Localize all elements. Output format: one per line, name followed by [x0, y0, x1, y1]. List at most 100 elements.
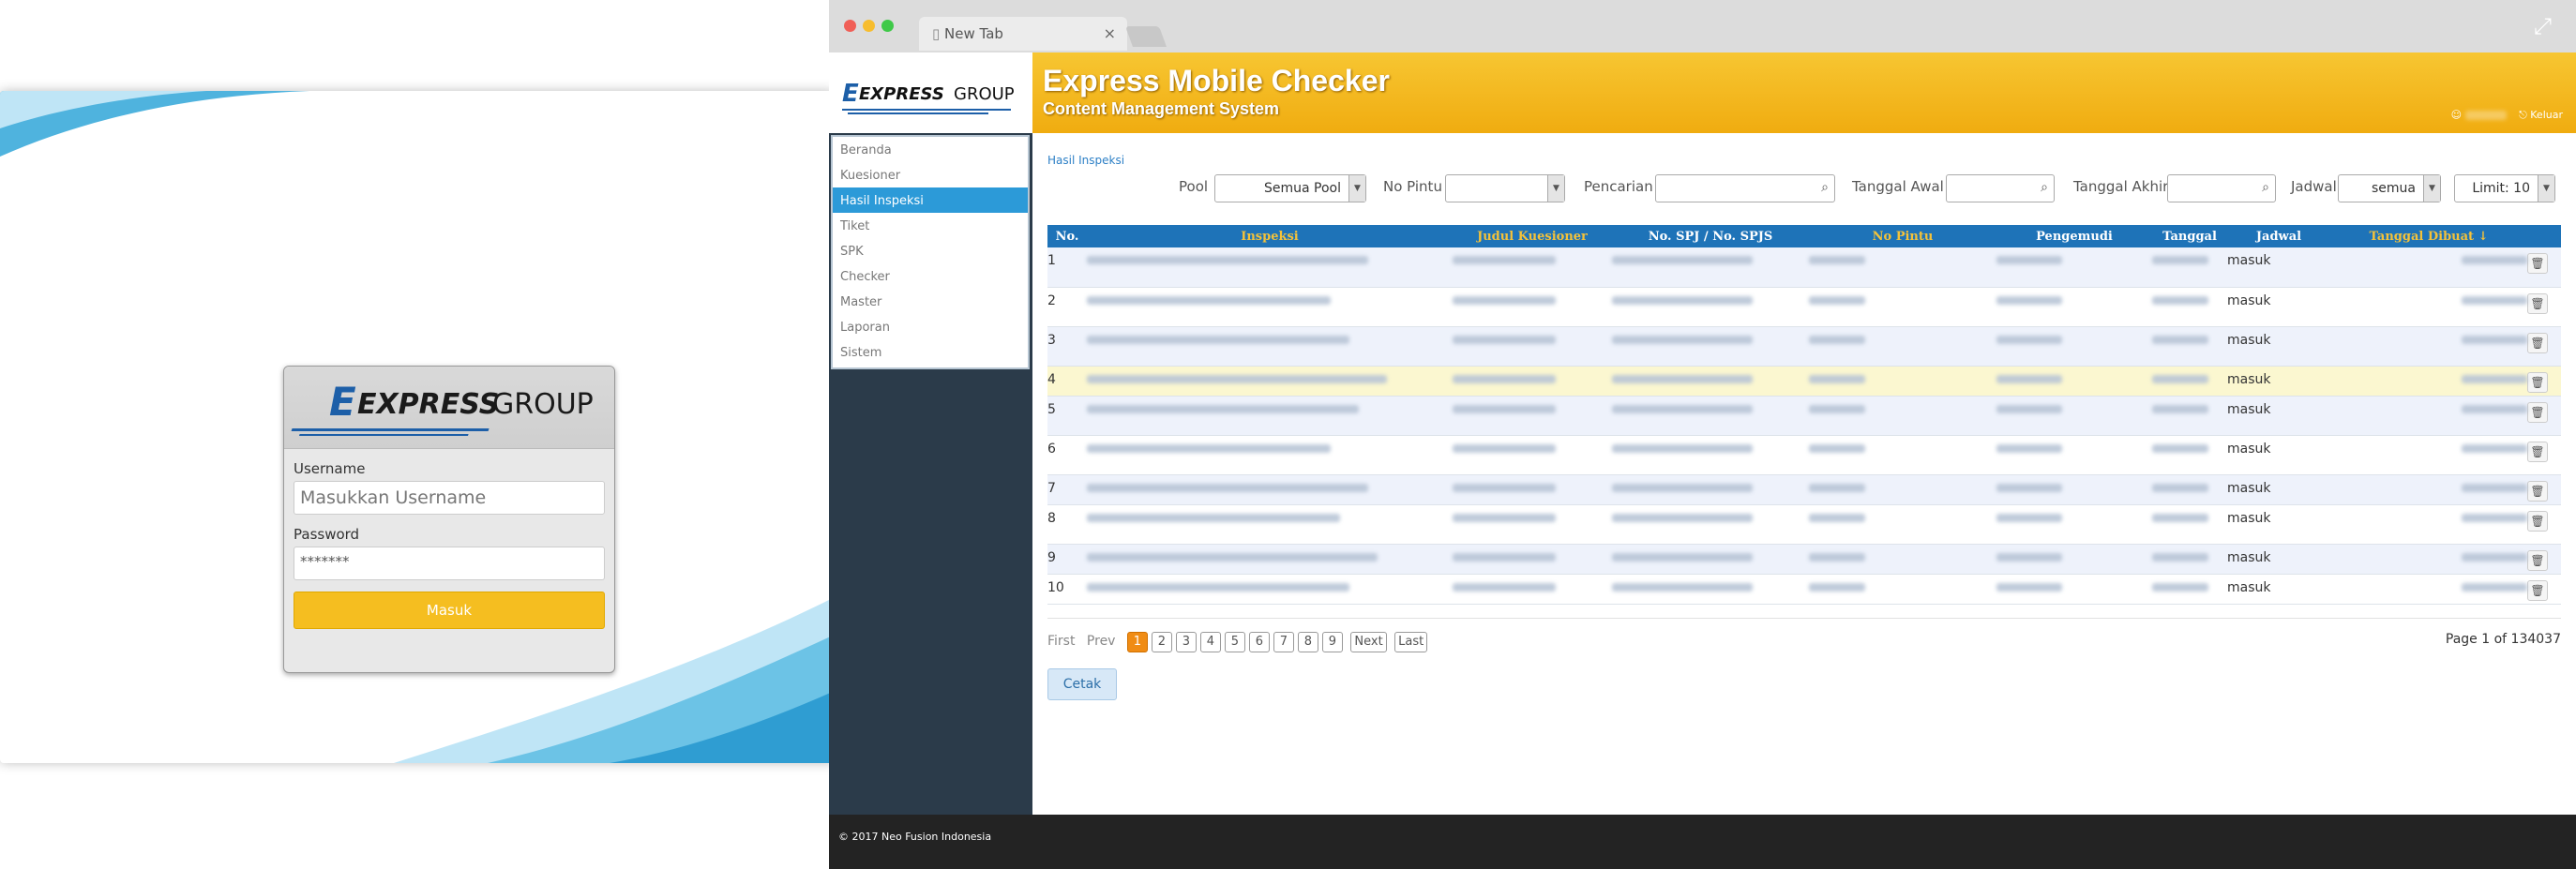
redacted-tanggal [2152, 404, 2208, 413]
jadwal-select-value: semua [2372, 181, 2416, 196]
sidebar-item-hasil-inspeksi[interactable]: Hasil Inspeksi [833, 187, 1028, 213]
pool-select[interactable]: Semua Pool ▼ [1214, 174, 1366, 202]
sidebar-item-kuesioner[interactable]: Kuesioner [833, 162, 1028, 187]
redacted-spj [1612, 443, 1753, 453]
trash-icon[interactable]: 🗑 [2527, 579, 2548, 601]
tab-title: New Tab [944, 25, 1003, 42]
trash-icon[interactable]: 🗑 [2527, 332, 2548, 353]
col-no-spj[interactable]: No. SPJ / No. SPJS [1612, 225, 1809, 247]
sidebar-item-laporan[interactable]: Laporan [833, 314, 1028, 339]
expand-icon[interactable]: ⤢ [2534, 13, 2552, 39]
cell-jadwal: masuk [2227, 247, 2330, 288]
pager-page[interactable]: 1 [1126, 631, 1148, 652]
table-row[interactable]: 6 masuk 🗑 [1047, 435, 2561, 475]
redacted-pengemudi [1996, 513, 2062, 522]
cell-tanggal-dibuat [2330, 396, 2527, 436]
col-inspeksi[interactable]: Inspeksi [1087, 225, 1453, 247]
limit-select[interactable]: Limit: 10 ▼ [2454, 174, 2555, 202]
table-row[interactable]: 8 masuk 🗑 [1047, 504, 2561, 545]
sidebar-item-tiket[interactable]: Tiket [833, 213, 1028, 238]
trash-icon[interactable]: 🗑 [2527, 401, 2548, 423]
table-row[interactable]: 3 masuk 🗑 [1047, 326, 2561, 367]
tanggal-awal-input[interactable]: ⌕ [1946, 174, 2055, 202]
print-button[interactable]: Cetak [1047, 667, 1117, 700]
redacted-tanggal-dibuat [2462, 552, 2527, 562]
pager-page[interactable]: 6 [1248, 631, 1270, 652]
cell-nopintu [1809, 396, 1996, 436]
jadwal-select[interactable]: semua ▼ [2338, 174, 2441, 202]
pager-page[interactable]: 9 [1321, 631, 1343, 652]
redacted-inspeksi [1087, 443, 1331, 453]
pager-prev[interactable]: Prev [1087, 634, 1116, 649]
cell-tanggal-dibuat [2330, 435, 2527, 475]
cell-jadwal: masuk [2227, 544, 2330, 575]
table-row[interactable]: 7 masuk 🗑 [1047, 474, 2561, 505]
cell-inspeksi [1087, 474, 1453, 505]
nopintu-select[interactable]: ▼ [1445, 174, 1565, 202]
pager-next[interactable]: Next [1350, 631, 1387, 652]
maximize-window-dot[interactable] [881, 20, 894, 32]
cell-actions: 🗑 [2527, 474, 2561, 505]
search-input[interactable]: ⌕ [1655, 174, 1835, 202]
sidebar-item-spk[interactable]: SPK [833, 238, 1028, 263]
trash-icon[interactable]: 🗑 [2527, 253, 2548, 274]
close-window-dot[interactable] [844, 20, 856, 32]
cell-jadwal: masuk [2227, 366, 2330, 397]
pager-first[interactable]: First [1047, 634, 1075, 649]
cell-judul [1453, 504, 1612, 545]
pager-page[interactable]: 7 [1273, 631, 1294, 652]
sidebar-item-beranda[interactable]: Beranda [833, 137, 1028, 162]
trash-icon[interactable]: 🗑 [2527, 549, 2548, 571]
trash-icon[interactable]: 🗑 [2527, 292, 2548, 314]
table-row[interactable]: 4 masuk 🗑 [1047, 366, 2561, 397]
pager-page[interactable]: 5 [1224, 631, 1245, 652]
breadcrumb[interactable]: Hasil Inspeksi [1047, 154, 2561, 167]
cell-tanggal-dibuat [2330, 544, 2527, 575]
trash-icon[interactable]: 🗑 [2527, 441, 2548, 462]
col-no-pintu[interactable]: No Pintu [1809, 225, 1996, 247]
cell-jadwal: masuk [2227, 396, 2330, 436]
redacted-nopintu [1809, 552, 1865, 562]
search-icon: ⌕ [2262, 180, 2269, 195]
pager-last[interactable]: Last [1394, 631, 1428, 652]
logout-link[interactable]: Keluar [2530, 109, 2563, 121]
table-row[interactable]: 1 masuk 🗑 [1047, 247, 2561, 288]
redacted-spj [1612, 374, 1753, 383]
cell-spj [1612, 504, 1809, 545]
trash-icon[interactable]: 🗑 [2527, 371, 2548, 393]
col-judul-kuesioner[interactable]: Judul Kuesioner [1453, 225, 1612, 247]
col-tanggal[interactable]: Tanggal [2152, 225, 2227, 247]
cell-judul [1453, 435, 1612, 475]
col-pengemudi[interactable]: Pengemudi [1996, 225, 2152, 247]
logo-group-text: GROUP [492, 388, 594, 421]
cell-tanggal [2152, 396, 2227, 436]
pager-page[interactable]: 8 [1297, 631, 1318, 652]
sidebar-item-master[interactable]: Master [833, 289, 1028, 314]
logout-icon[interactable]: ⎋ [2519, 109, 2527, 121]
password-input[interactable]: ******* [294, 547, 605, 580]
col-jadwal[interactable]: Jadwal [2227, 225, 2330, 247]
col-tanggal-dibuat[interactable]: Tanggal Dibuat ↓ [2330, 225, 2527, 247]
table-row[interactable]: 9 masuk 🗑 [1047, 544, 2561, 575]
pager-page[interactable]: 4 [1199, 631, 1221, 652]
pager-page[interactable]: 3 [1175, 631, 1197, 652]
login-button[interactable]: Masuk [294, 592, 605, 629]
cell-actions: 🗑 [2527, 574, 2561, 605]
redacted-judul [1453, 443, 1556, 453]
browser-tab[interactable]: ▯ New Tab × [919, 17, 1127, 51]
table-row[interactable]: 10 masuk 🗑 [1047, 574, 2561, 605]
new-tab-button[interactable] [1124, 26, 1167, 47]
tanggal-akhir-input[interactable]: ⌕ [2167, 174, 2276, 202]
tab-close-icon[interactable]: × [1104, 24, 1116, 42]
col-no[interactable]: No. [1047, 225, 1087, 247]
sidebar-item-sistem[interactable]: Sistem [833, 339, 1028, 365]
table-row[interactable]: 5 masuk 🗑 [1047, 396, 2561, 436]
pager-page[interactable]: 2 [1151, 631, 1172, 652]
login-form: Username Masukkan Username Password ****… [284, 449, 614, 637]
username-input[interactable]: Masukkan Username [294, 481, 605, 515]
minimize-window-dot[interactable] [863, 20, 875, 32]
trash-icon[interactable]: 🗑 [2527, 510, 2548, 532]
table-row[interactable]: 2 masuk 🗑 [1047, 287, 2561, 327]
sidebar-item-checker[interactable]: Checker [833, 263, 1028, 289]
trash-icon[interactable]: 🗑 [2527, 480, 2548, 502]
